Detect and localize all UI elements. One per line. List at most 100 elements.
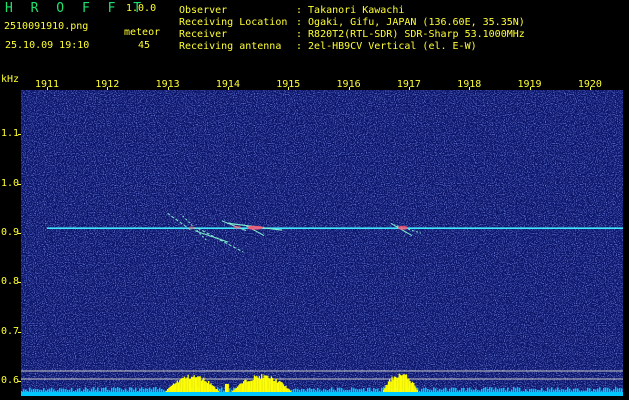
activity-event-bar: [281, 382, 283, 392]
receiver-label: Receiver: [179, 29, 228, 40]
activity-noise-bar: [49, 388, 51, 392]
activity-noise-bar: [101, 388, 103, 392]
activity-noise-bar: [33, 388, 35, 392]
activity-noise-bar: [601, 390, 603, 392]
activity-noise-bar: [59, 388, 61, 392]
x-tick-mark: [167, 87, 169, 90]
activity-noise-bar: [579, 390, 581, 392]
activity-noise-bar: [419, 390, 421, 392]
activity-noise-bar: [145, 388, 147, 392]
activity-noise-bar: [341, 388, 343, 392]
activity-noise-bar: [587, 387, 589, 392]
antenna-value: : 2el-HB9CV Vertical (el. E-W): [296, 41, 477, 52]
activity-noise-bar: [441, 389, 443, 392]
activity-event-bar: [244, 379, 246, 392]
activity-noise-bar: [547, 387, 549, 392]
activity-noise-bar: [75, 390, 77, 392]
activity-noise-bar: [37, 389, 39, 392]
activity-event-bar: [414, 385, 416, 392]
activity-noise-bar: [335, 390, 337, 392]
activity-event-bar: [180, 378, 182, 392]
activity-noise-bar: [345, 389, 347, 392]
x-tick-mark: [288, 87, 290, 90]
activity-event-bar: [271, 377, 274, 392]
activity-event-bar: [185, 378, 187, 392]
activity-noise-bar: [81, 390, 83, 392]
y-tick-label: 1.0: [1, 177, 20, 189]
x-tick-mark: [107, 87, 109, 90]
activity-event-bar: [286, 388, 288, 392]
activity-noise-bar: [109, 390, 111, 392]
activity-noise-bar: [457, 390, 459, 392]
activity-noise-bar: [381, 387, 383, 392]
activity-noise-bar: [427, 389, 429, 392]
activity-event-bar: [183, 376, 186, 392]
activity-noise-bar: [347, 390, 349, 392]
x-tick-mark: [46, 87, 48, 90]
activity-event-bar: [232, 390, 234, 392]
activity-noise-bar: [99, 390, 101, 392]
x-tick-mark: [348, 87, 350, 90]
x-tick-mark: [227, 87, 229, 90]
activity-baseline: [21, 392, 623, 396]
activity-noise-bar: [131, 387, 133, 392]
activity-noise-bar: [21, 390, 23, 392]
activity-event-bar: [224, 384, 229, 392]
activity-noise-bar: [497, 389, 499, 392]
activity-noise-bar: [65, 389, 67, 392]
activity-event-bar: [269, 379, 271, 392]
x-tick-mark: [589, 87, 591, 90]
receiver-value: : R820T2(RTL-SDR) SDR-Sharp 53.1000MHz: [296, 29, 525, 40]
activity-event-bar: [393, 376, 396, 392]
activity-event-bar: [261, 374, 263, 392]
activity-event-bar: [175, 382, 177, 392]
activity-noise-bar: [315, 390, 317, 392]
activity-noise-bar: [91, 388, 93, 392]
activity-event-bar: [399, 374, 402, 392]
activity-event-bar: [197, 376, 199, 392]
activity-noise-bar: [367, 387, 369, 392]
activity-noise-bar: [493, 389, 495, 392]
y-tick-mark: [18, 282, 21, 284]
activity-noise-bar: [577, 388, 579, 392]
activity-event-bar: [290, 390, 292, 392]
y-axis-unit-label: kHz: [1, 74, 20, 85]
activity-noise-bar: [513, 387, 515, 392]
activity-noise-bar: [55, 390, 57, 392]
activity-noise-bar: [551, 387, 553, 392]
activity-event-bar: [170, 386, 176, 392]
activity-noise-bar: [369, 387, 371, 392]
activity-event-bar: [182, 378, 184, 392]
activity-noise-bar: [349, 389, 351, 392]
activity-noise-bar: [609, 388, 611, 392]
activity-noise-bar: [519, 387, 521, 392]
activity-event-bar: [270, 376, 273, 392]
activity-noise-bar: [311, 389, 313, 392]
x-tick-mark: [529, 87, 531, 90]
activity-noise-bar: [583, 390, 585, 392]
activity-noise-bar: [25, 389, 27, 392]
activity-noise-bar: [123, 389, 125, 392]
activity-noise-bar: [69, 389, 71, 392]
activity-event-bar: [257, 378, 259, 392]
observer-label: Observer: [179, 5, 228, 16]
activity-event-bar: [181, 377, 183, 392]
y-tick-label: 0.9: [1, 227, 20, 239]
activity-event-bar: [187, 374, 189, 392]
activity-event-bar: [404, 374, 406, 392]
activity-noise-bar: [591, 390, 593, 392]
activity-noise-bar: [371, 390, 373, 392]
activity-noise-bar: [317, 387, 319, 392]
activity-noise-bar: [85, 387, 87, 392]
activity-noise-bar: [361, 389, 363, 392]
activity-noise-bar: [157, 389, 159, 392]
activity-event-bar: [382, 389, 385, 392]
activity-event-bar: [408, 378, 410, 392]
activity-event-bar: [245, 379, 247, 392]
activity-noise-bar: [353, 388, 355, 392]
activity-noise-bar: [505, 390, 507, 392]
activity-noise-bar: [473, 389, 475, 392]
activity-noise-bar: [451, 387, 453, 392]
activity-noise-bar: [121, 389, 123, 392]
activity-noise-bar: [567, 387, 569, 392]
